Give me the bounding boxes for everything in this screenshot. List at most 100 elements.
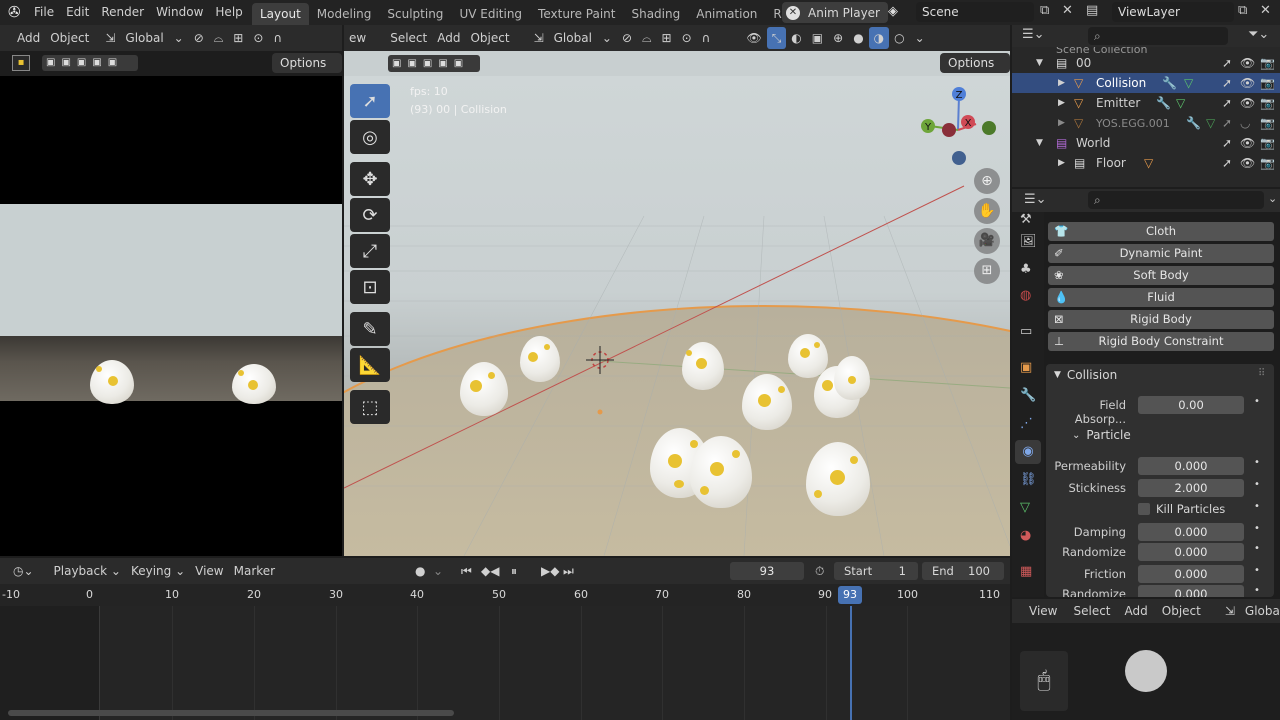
expand-arrow-icon[interactable]: ▶ xyxy=(1058,98,1065,108)
snap-icon[interactable]: ⌓ xyxy=(209,27,229,49)
scale-tool-icon[interactable]: ⤢ xyxy=(350,234,390,268)
data-tab-icon[interactable]: ▽ xyxy=(1020,500,1030,515)
camera-render-icon[interactable]: 📷 xyxy=(1260,56,1275,70)
expand-arrow-icon[interactable]: ▶ xyxy=(1058,158,1065,168)
end-frame-field[interactable]: End 100 xyxy=(922,562,1004,580)
3d-viewport[interactable]: fps: 10 (93) 00 | Collision ➚ ◎ ✥ ⟳ ⤢ ⊡ … xyxy=(344,76,1010,556)
modifier-wrench-icon[interactable]: 🔧 xyxy=(1162,76,1177,90)
viewport-add-menu[interactable]: Add xyxy=(432,27,465,49)
damping-randomize-input[interactable]: 0.000 xyxy=(1138,543,1244,561)
timeline-keying-menu[interactable]: Keying ⌄ xyxy=(126,560,190,582)
chevron-down-icon[interactable]: ⌄ xyxy=(1072,430,1080,441)
egg-object[interactable] xyxy=(742,374,792,430)
anim-player-tab[interactable]: ✕ Anim Player xyxy=(782,2,888,23)
stickiness-input[interactable]: 2.000 xyxy=(1138,479,1244,497)
select-toggle-icon[interactable]: ➚ xyxy=(1222,96,1232,110)
keyframe-dot-icon[interactable]: • xyxy=(1254,565,1260,576)
egg-object[interactable] xyxy=(834,356,870,400)
menu-render[interactable]: Render xyxy=(95,1,150,23)
timeline-playback-menu[interactable]: Playback ⌄ xyxy=(49,560,126,582)
proportional-edit-icon[interactable]: ⊙ xyxy=(248,27,268,49)
collection-tab-icon[interactable]: ▭ xyxy=(1020,324,1032,339)
material-tab-icon[interactable]: ◕ xyxy=(1020,528,1031,543)
copy-view-layer-icon[interactable]: ⧉ xyxy=(1238,3,1247,18)
select-toggle-icon[interactable]: ➚ xyxy=(1222,136,1232,150)
timeline-body[interactable] xyxy=(0,606,1010,720)
tab-modeling[interactable]: Modeling xyxy=(309,3,380,25)
properties-editor-icon[interactable]: ☰⌄ xyxy=(1024,192,1047,207)
falloff-icon[interactable]: ∩ xyxy=(697,27,716,49)
dynamic-paint-button[interactable]: ✐ Dynamic Paint xyxy=(1048,244,1274,263)
tab-layout[interactable]: Layout xyxy=(252,3,309,25)
shading-wireframe-icon[interactable]: ⊕ xyxy=(828,27,848,49)
keyframe-dot-icon[interactable]: • xyxy=(1254,479,1260,490)
camera-render-icon[interactable]: 📷 xyxy=(1260,116,1275,130)
prev-keyframe-icon[interactable]: ◆◀ xyxy=(476,560,504,582)
chevron-down-icon[interactable]: ⌄ xyxy=(910,27,930,49)
delete-view-layer-icon[interactable]: ✕ xyxy=(1260,3,1271,18)
modifier-wrench-icon[interactable]: 🔧 xyxy=(1186,116,1201,130)
drag-handle-icon[interactable]: ⠿ xyxy=(1258,368,1265,379)
expand-arrow-icon[interactable]: ▼ xyxy=(1036,58,1043,68)
tab-texture-paint[interactable]: Texture Paint xyxy=(530,3,623,25)
tool-tab-icon[interactable]: ⚒ xyxy=(1020,212,1032,227)
mini-viewport[interactable]: 🖱 xyxy=(1012,623,1280,720)
fluid-button[interactable]: 💧 Fluid xyxy=(1048,288,1274,307)
selection-mode-icons[interactable]: ▣▣▣▣▣ xyxy=(388,55,480,72)
select-toggle-icon[interactable]: ➚ xyxy=(1222,56,1232,70)
editor-type-clock-icon[interactable]: ◷⌄ xyxy=(8,560,39,582)
transform-orientation-icon[interactable]: ⇲ xyxy=(529,27,549,49)
pause-icon[interactable]: ⏸ xyxy=(506,560,522,582)
checkbox-icon[interactable] xyxy=(1138,503,1150,515)
tab-animation[interactable]: Animation xyxy=(688,3,765,25)
tab-shading[interactable]: Shading xyxy=(623,3,688,25)
egg-object[interactable] xyxy=(460,362,508,416)
friction-randomize-input[interactable]: 0.000 xyxy=(1138,585,1244,597)
world-tab-icon[interactable]: ◍ xyxy=(1020,288,1031,303)
move-tool-icon[interactable]: ✥ xyxy=(350,162,390,196)
outliner-row-world[interactable]: ▼ ▤ World ➚ 👁 📷 xyxy=(1012,133,1280,153)
select-toggle-icon[interactable]: ➚ xyxy=(1222,116,1232,130)
mini-orientation-dropdown[interactable]: Global xyxy=(1240,600,1280,622)
menu-file[interactable]: File xyxy=(28,1,60,23)
annotate-tool-icon[interactable]: ✎ xyxy=(350,312,390,346)
transform-orientation-icon[interactable]: ⇲ xyxy=(100,27,120,49)
eye-icon[interactable]: 👁 xyxy=(1240,96,1255,110)
blender-logo-icon[interactable]: ✇ xyxy=(8,3,21,21)
stopwatch-icon[interactable]: ⏱ xyxy=(810,560,829,582)
view-layer-field[interactable]: ViewLayer xyxy=(1112,2,1234,22)
proportional-edit-icon[interactable]: ⊙ xyxy=(677,27,697,49)
mini-object-menu[interactable]: Object xyxy=(1157,600,1206,622)
modifier-wrench-icon[interactable]: 🔧 xyxy=(1156,96,1171,110)
eye-icon[interactable]: 👁 xyxy=(1240,56,1255,70)
falloff-icon[interactable]: ∩ xyxy=(268,27,287,49)
field-absorption-input[interactable]: 0.00 xyxy=(1138,396,1244,414)
eye-icon[interactable]: 👁 xyxy=(1240,136,1255,150)
filter-icon[interactable]: ⏷⌄ xyxy=(1248,27,1269,42)
camera-render-icon[interactable]: 📷 xyxy=(1260,76,1275,90)
camera-view[interactable] xyxy=(0,76,342,556)
friction-input[interactable]: 0.000 xyxy=(1138,565,1244,583)
expand-arrow-icon[interactable]: ▶ xyxy=(1058,78,1065,88)
menu-help[interactable]: Help xyxy=(209,1,248,23)
view-layer-icon[interactable]: ▤ xyxy=(1086,3,1098,18)
collision-panel-header[interactable]: ▼ Collision xyxy=(1054,368,1117,382)
mouse-icon[interactable]: 🖱 xyxy=(1020,651,1068,711)
overlay-icon[interactable]: ◐ xyxy=(786,27,806,49)
viewport-orientation-dropdown[interactable]: Global xyxy=(549,27,597,49)
menu-edit[interactable]: Edit xyxy=(60,1,95,23)
visibility-icon[interactable]: 👁 xyxy=(741,27,766,49)
eye-closed-icon[interactable]: ◡ xyxy=(1240,116,1250,130)
pivot-icon[interactable]: ⊘ xyxy=(189,27,209,49)
cloth-button[interactable]: 👕 Cloth xyxy=(1048,222,1274,241)
viewport-options-button[interactable]: Options ⌄ xyxy=(940,53,1010,90)
keyframe-options-icon[interactable]: ⌄ xyxy=(428,560,448,582)
playhead-marker[interactable]: 93 xyxy=(838,586,862,604)
mesh-data-icon[interactable]: ▽ xyxy=(1206,116,1215,130)
left-add-menu[interactable]: Add xyxy=(12,27,45,49)
snap-target-icon[interactable]: ⊞ xyxy=(228,27,248,49)
shading-solid-icon[interactable]: ● xyxy=(848,27,868,49)
pan-hand-icon[interactable]: ✋ xyxy=(974,198,1000,224)
outliner-row-collection-00[interactable]: ▼ ▤ 00 ➚ 👁 📷 xyxy=(1012,53,1280,73)
left-object-menu[interactable]: Object xyxy=(45,27,94,49)
